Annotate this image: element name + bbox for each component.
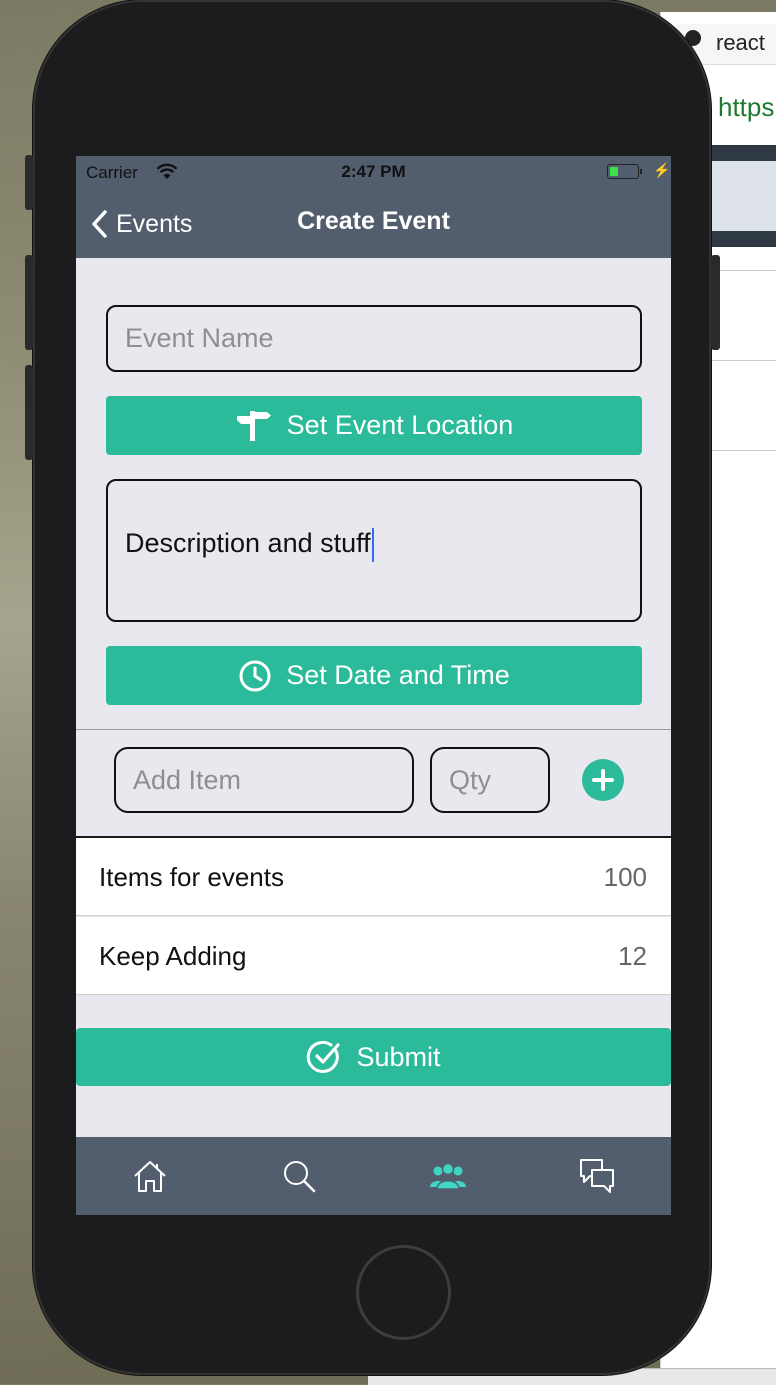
event-name-input[interactable]: Event Name	[106, 305, 642, 372]
background-tab-title: react	[716, 30, 765, 55]
tab-search[interactable]	[225, 1137, 373, 1215]
section-divider	[76, 729, 671, 730]
description-text: Description and stuff	[125, 528, 371, 558]
item-name: Items for events	[99, 862, 284, 892]
volume-up-button	[25, 255, 33, 350]
event-name-placeholder: Event Name	[125, 323, 274, 353]
set-event-location-button[interactable]: Set Event Location	[106, 396, 642, 455]
home-button[interactable]	[356, 1245, 451, 1340]
add-item-placeholder: Add Item	[133, 764, 242, 795]
set-event-location-label: Set Event Location	[286, 410, 514, 440]
background-divider	[712, 360, 776, 361]
status-bar: Carrier 2:47 PM ⚡	[76, 156, 671, 188]
background-url-text: https:	[718, 92, 776, 122]
page-title: Create Event	[297, 207, 450, 235]
submit-button[interactable]: Submit	[76, 1028, 671, 1086]
tab-home[interactable]	[76, 1137, 224, 1215]
background-dark-bar	[712, 145, 776, 161]
mute-switch	[25, 155, 33, 210]
add-item-input[interactable]: Add Item	[114, 747, 414, 813]
volume-down-button	[25, 365, 33, 460]
set-date-time-button[interactable]: Set Date and Time	[106, 646, 642, 705]
power-button	[711, 255, 720, 350]
status-time: 2:47 PM	[341, 162, 406, 181]
qty-placeholder: Qty	[449, 764, 492, 795]
background-divider	[712, 450, 776, 451]
app-screen: Carrier 2:47 PM ⚡ Events Create Event Ev…	[76, 156, 671, 1215]
background-dark-bar	[712, 231, 776, 247]
submit-label: Submit	[356, 1041, 441, 1072]
battery-level-fill	[610, 167, 618, 176]
item-name: Keep Adding	[99, 941, 247, 971]
signpost-icon	[235, 409, 273, 443]
set-date-time-label: Set Date and Time	[286, 660, 510, 690]
navigation-bar: Events Create Event	[76, 188, 671, 258]
qty-input[interactable]: Qty	[430, 747, 550, 813]
battery-icon	[607, 164, 639, 179]
plus-icon	[592, 769, 614, 791]
item-qty: 12	[618, 941, 647, 971]
chat-icon	[580, 1159, 614, 1193]
search-icon	[284, 1161, 316, 1193]
users-icon	[430, 1162, 466, 1190]
home-icon	[134, 1161, 166, 1192]
charging-bolt-icon: ⚡	[653, 162, 671, 178]
list-item[interactable]: Keep Adding 12	[76, 917, 671, 995]
add-item-button[interactable]	[582, 759, 624, 801]
clock-icon	[238, 659, 272, 693]
check-circle-icon	[306, 1039, 342, 1075]
list-item[interactable]: Items for events 100	[76, 838, 671, 916]
text-cursor	[371, 528, 374, 562]
background-divider	[712, 270, 776, 271]
description-textarea[interactable]: Description and stuff	[106, 479, 642, 622]
item-qty: 100	[603, 862, 647, 892]
battery-tip	[640, 169, 642, 174]
tab-chat[interactable]	[523, 1137, 671, 1215]
background-light-block	[712, 161, 776, 231]
tab-users[interactable]	[374, 1137, 522, 1215]
tab-bar	[76, 1137, 671, 1215]
